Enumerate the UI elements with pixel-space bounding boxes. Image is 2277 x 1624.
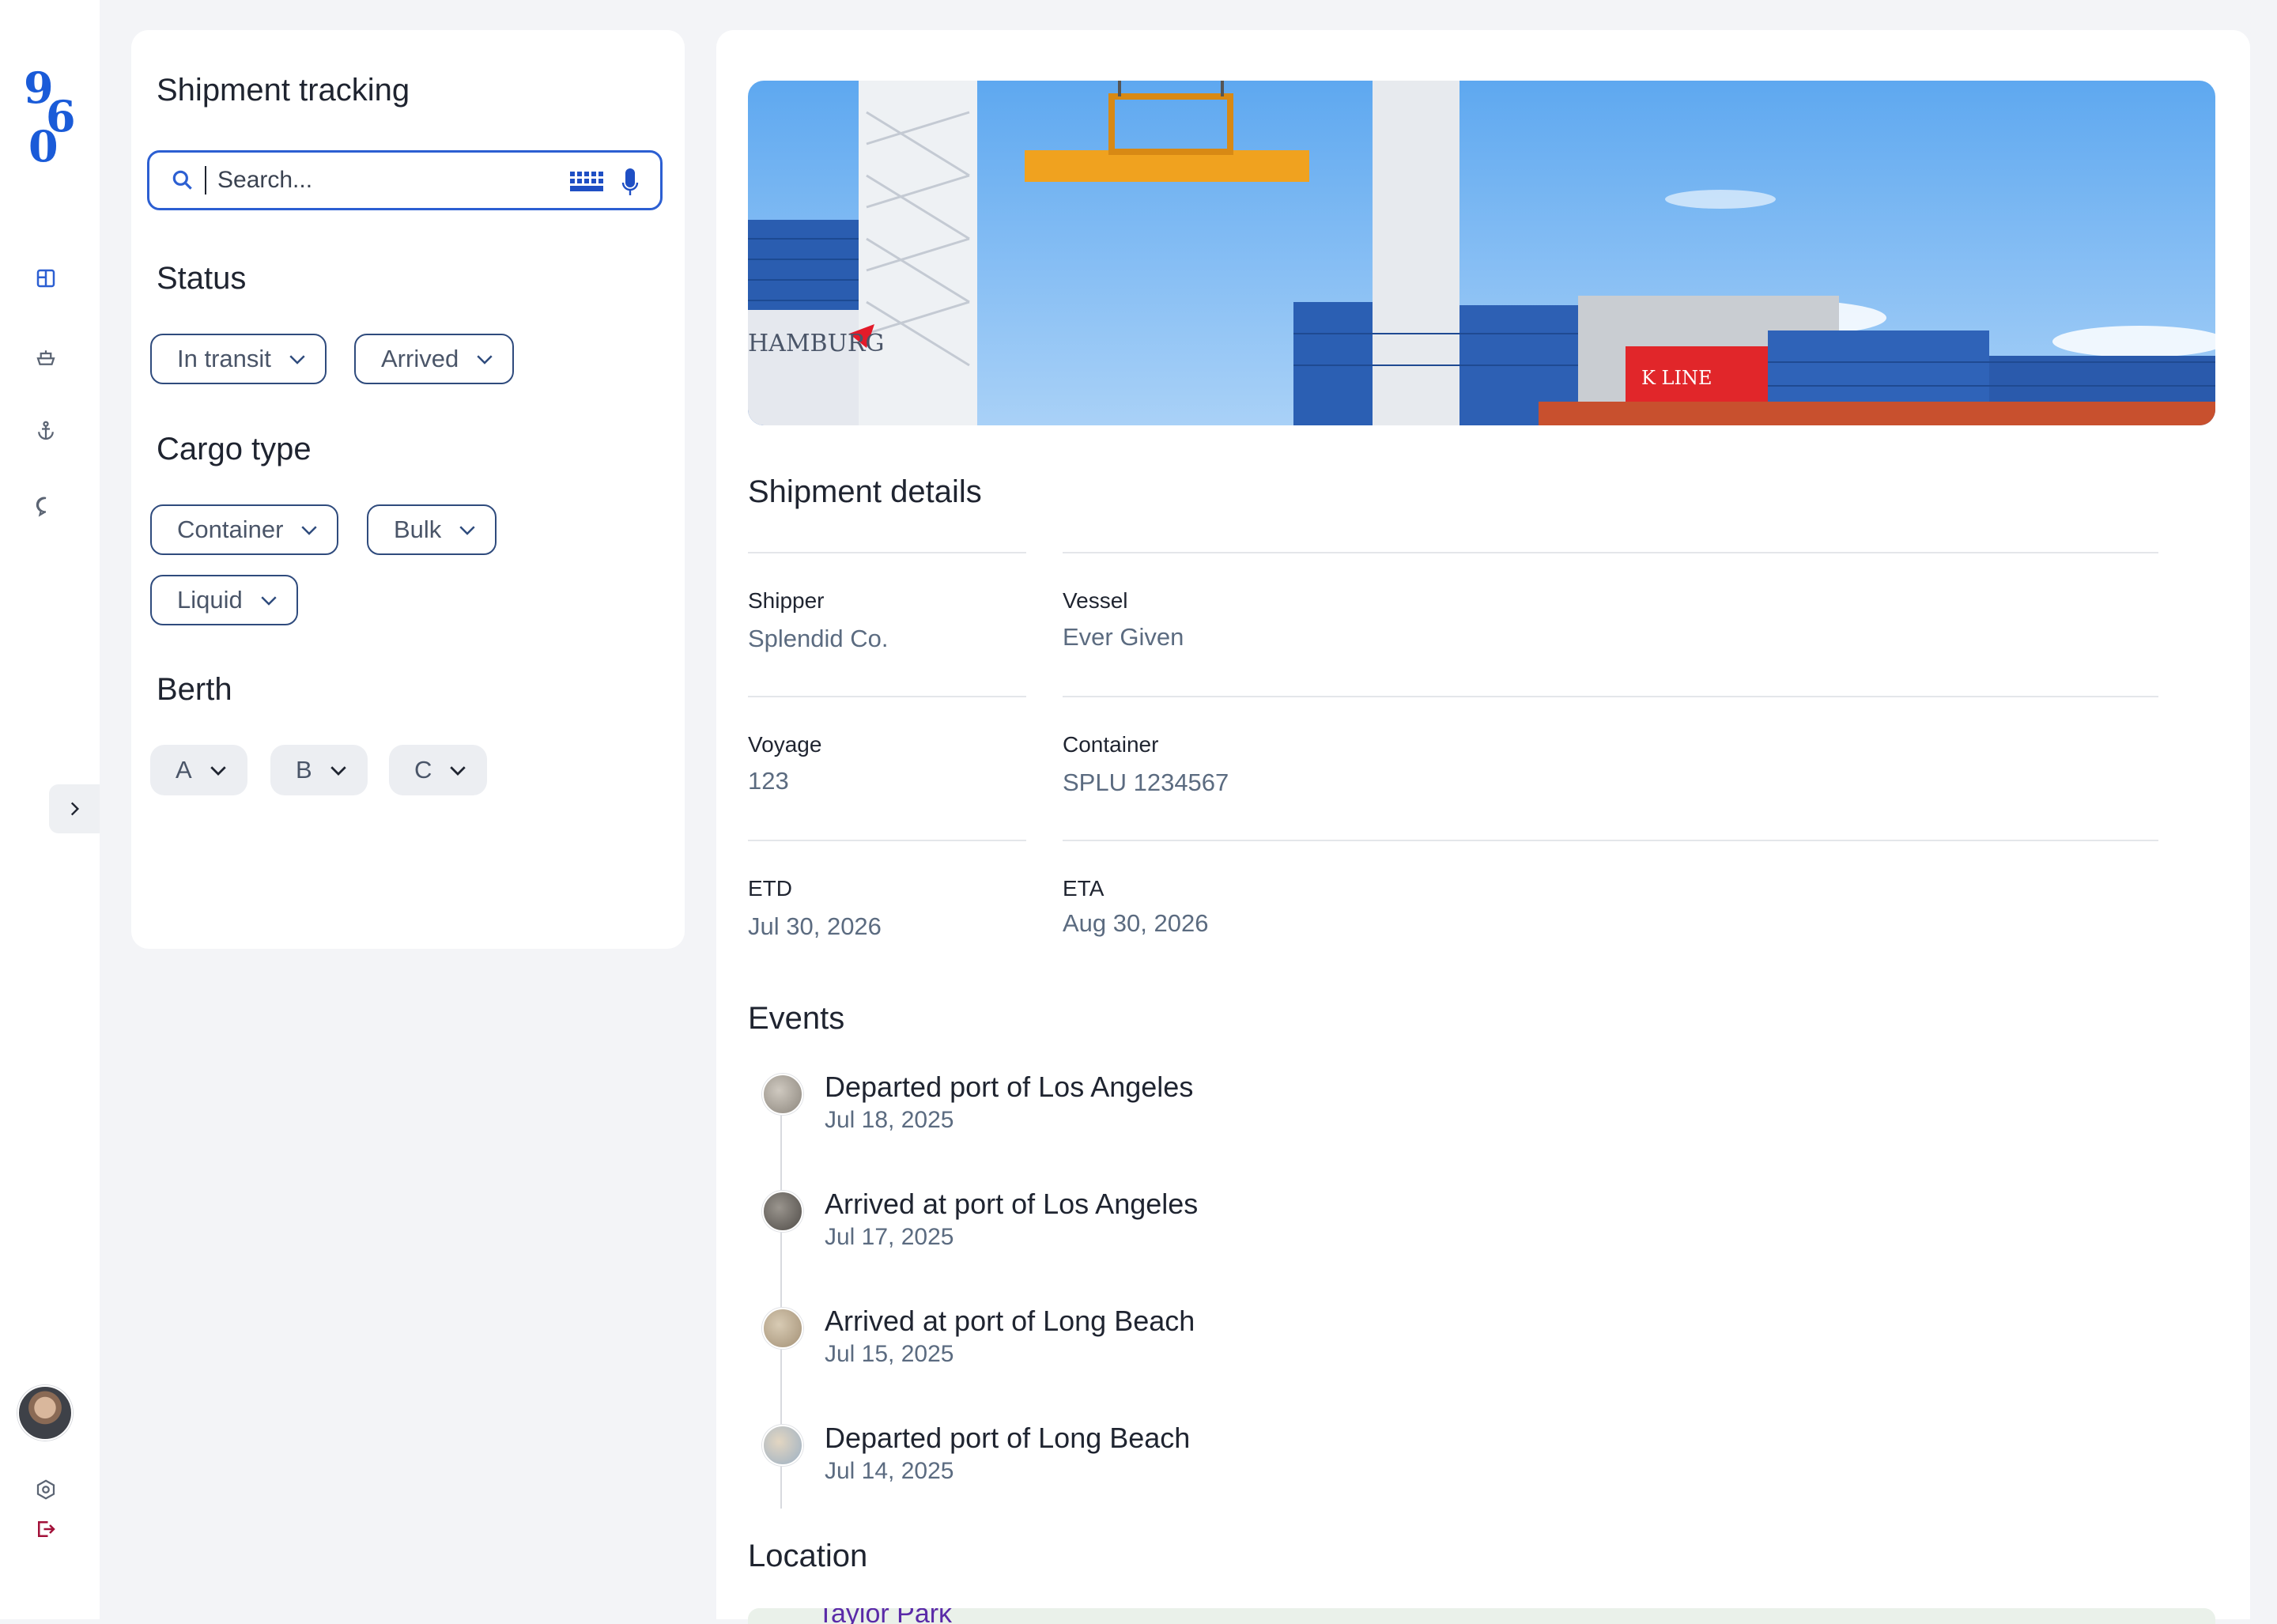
chip-label: Arrived: [381, 345, 459, 372]
events-title: Events: [748, 1001, 845, 1036]
container-label: Container: [1063, 732, 1159, 757]
etd-value: Jul 30, 2026: [748, 912, 882, 940]
berth-label: Berth: [157, 672, 232, 707]
port-hero-image: HAMBURG K LINE: [748, 81, 2215, 425]
divider: [748, 696, 1026, 697]
chat-icon[interactable]: [30, 490, 62, 522]
chip-liquid[interactable]: Liquid: [150, 575, 298, 625]
panel-title: Shipment tracking: [157, 73, 410, 108]
search-input[interactable]: Search...: [147, 150, 663, 210]
chip-label: A: [176, 756, 192, 784]
divider: [748, 840, 1026, 841]
filter-panel: Shipment tracking Search... Status In tr…: [131, 30, 685, 949]
voyage-value: 123: [748, 767, 789, 795]
shipment-details-title: Shipment details: [748, 474, 982, 509]
chevron-down-icon: [301, 526, 318, 535]
container-value: SPLU 1234567: [1063, 769, 1229, 796]
chip-berth-b[interactable]: B: [270, 745, 368, 795]
chevron-down-icon: [261, 596, 277, 606]
chip-label: Container: [177, 516, 284, 543]
eta-label: ETA: [1063, 876, 1105, 901]
svg-text:0: 0: [28, 121, 59, 172]
location-title: Location: [748, 1539, 868, 1573]
event-title: Arrived at port of Los Angeles: [825, 1188, 1199, 1220]
event-title: Departed port of Long Beach: [825, 1422, 1191, 1454]
voyage-label: Voyage: [748, 732, 822, 757]
chip-label: C: [414, 756, 432, 784]
settings-icon[interactable]: [30, 1474, 62, 1505]
chip-label: Bulk: [394, 516, 442, 543]
event-thumbnail: [762, 1074, 803, 1115]
event-date: Jul 17, 2025: [825, 1224, 954, 1250]
chip-label: B: [296, 756, 312, 784]
brand-logo[interactable]: 9 6 0: [22, 63, 77, 174]
chip-in-transit[interactable]: In transit: [150, 334, 327, 384]
chevron-down-icon: [477, 355, 493, 364]
chevron-down-icon: [459, 526, 475, 535]
event-thumbnail: [762, 1191, 803, 1232]
chip-bulk[interactable]: Bulk: [367, 504, 497, 555]
event-thumbnail: [762, 1308, 803, 1349]
chip-label: In transit: [177, 345, 271, 372]
user-avatar[interactable]: [17, 1385, 73, 1441]
search-icon: [172, 170, 192, 190]
dashboard-icon[interactable]: [30, 262, 62, 294]
chevron-down-icon: [450, 766, 466, 776]
cargo-type-label: Cargo type: [157, 432, 312, 466]
event-date: Jul 18, 2025: [825, 1107, 954, 1133]
eta-value: Aug 30, 2026: [1063, 909, 1209, 937]
status-label: Status: [157, 261, 247, 296]
expand-panel-button[interactable]: [49, 784, 100, 833]
keyboard-icon[interactable]: [568, 168, 605, 195]
event-date: Jul 15, 2025: [825, 1341, 954, 1367]
shipment-detail-panel: HAMBURG K LINE Shipment details Shipper …: [716, 30, 2250, 1624]
text-cursor: [205, 166, 206, 195]
event-title: Departed port of Los Angeles: [825, 1071, 1194, 1103]
divider: [748, 552, 1026, 553]
microphone-icon[interactable]: [621, 167, 640, 198]
divider: [1063, 840, 2158, 841]
etd-label: ETD: [748, 876, 792, 901]
anchor-icon[interactable]: [30, 415, 62, 447]
event-thumbnail: [762, 1425, 803, 1466]
svg-text:K LINE: K LINE: [1641, 367, 1712, 389]
chevron-down-icon: [289, 355, 305, 364]
nav-rail: 9 6 0: [0, 0, 100, 1619]
chip-berth-c[interactable]: C: [389, 745, 488, 795]
location-map[interactable]: Taylor Park: [748, 1608, 2215, 1624]
shipper-value: Splendid Co.: [748, 625, 889, 652]
chip-label: Liquid: [177, 586, 243, 614]
chip-arrived[interactable]: Arrived: [354, 334, 515, 384]
vessel-label: Vessel: [1063, 588, 1128, 613]
chevron-down-icon: [330, 766, 346, 776]
vessel-value: Ever Given: [1063, 623, 1184, 651]
event-title: Arrived at port of Long Beach: [825, 1305, 1195, 1337]
chip-berth-a[interactable]: A: [150, 745, 247, 795]
divider: [1063, 552, 2158, 553]
map-place-label: Taylor Park: [818, 1608, 953, 1624]
event-date: Jul 14, 2025: [825, 1458, 954, 1484]
ship-icon[interactable]: [30, 342, 62, 373]
chevron-down-icon: [210, 766, 226, 776]
divider: [1063, 696, 2158, 697]
shipper-label: Shipper: [748, 588, 825, 613]
svg-text:HAMBURG: HAMBURG: [748, 330, 884, 357]
search-placeholder: Search...: [217, 167, 313, 193]
chip-container[interactable]: Container: [150, 504, 339, 555]
logout-icon[interactable]: [30, 1513, 62, 1545]
